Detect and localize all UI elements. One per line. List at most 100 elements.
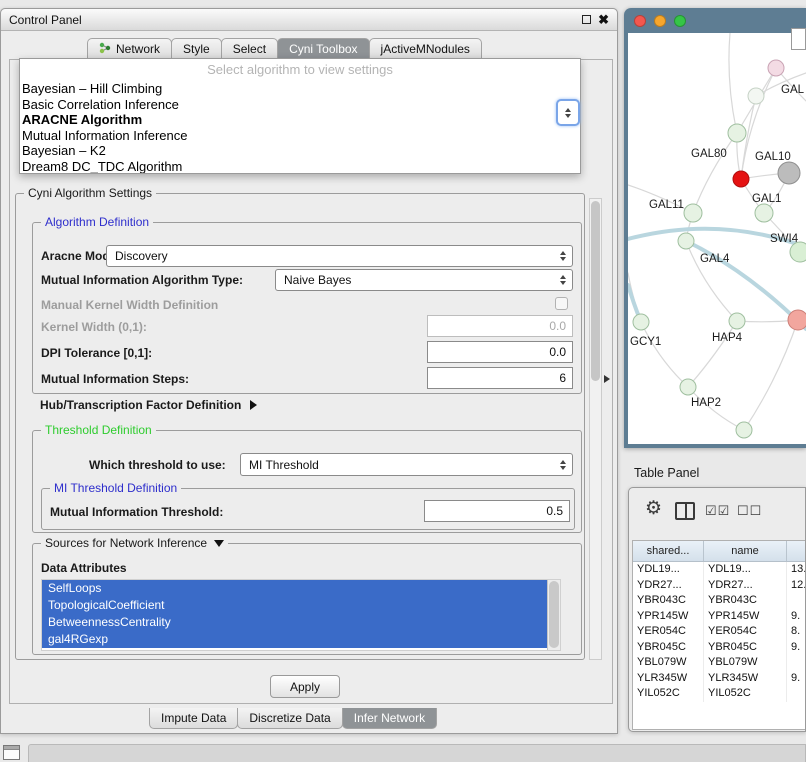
attribute-item[interactable]: gal4RGexp [42,631,547,648]
network-node[interactable] [778,162,800,184]
network-node[interactable] [788,310,806,330]
node-label: GAL1 [752,193,781,205]
minimized-window-icon[interactable] [3,745,20,760]
tab-select[interactable]: Select [221,38,278,59]
tab-cyni-toolbox[interactable]: Cyni Toolbox [277,38,369,59]
table-cell [787,655,806,671]
tab-jactivemnodules[interactable]: jActiveMNodules [369,38,482,59]
columns-icon[interactable] [675,502,695,520]
table-row[interactable]: YER054CYER054C8. [633,624,806,640]
tab-label: Network [116,42,160,56]
network-node[interactable] [728,124,746,142]
deselect-checkboxes-icon[interactable]: ☐☐ [737,503,762,519]
expand-right-icon[interactable] [250,400,257,410]
algorithm-option-aracne-algorithm[interactable]: ARACNE Algorithm [20,112,580,128]
network-edge [688,321,737,387]
table-row[interactable]: YIL052CYIL052C [633,686,806,702]
float-window-icon[interactable] [582,15,591,24]
table-row[interactable]: YBR043CYBR043C [633,593,806,609]
bottom-tab-bar: Impute DataDiscretize DataInfer Network [149,708,436,729]
focused-combo-arrows[interactable] [556,99,580,126]
network-node[interactable] [790,242,806,262]
algorithm-option-dream8-dc-tdc-algorithm[interactable]: Dream8 DC_TDC Algorithm [20,159,580,175]
desktop: Control Panel ✖ Network StyleSelect Cyni T… [0,0,806,762]
aracne-mode-select[interactable]: Discovery [106,245,573,267]
minimize-traffic-icon[interactable] [654,15,666,27]
algorithm-option-bayesian-hill-climbing[interactable]: Bayesian – Hill Climbing [20,81,580,97]
network-edge [693,133,737,213]
kernel-width-label: Kernel Width (0,1): [41,320,147,334]
attribute-item[interactable]: TopologicalCoefficient [42,597,547,614]
sources-title[interactable]: Sources for Network Inference [41,536,228,550]
select-all-checkboxes-icon[interactable]: ☑☑ [705,503,730,519]
network-node[interactable] [684,204,702,222]
network-node[interactable] [748,88,764,104]
network-graph: GALGAL80GAL10GAL11GAL1SWI4GAL4GCY1HAP4HA… [628,33,806,444]
table-row[interactable]: YBR045CYBR045C9. [633,640,806,656]
table-row[interactable]: YBL079WYBL079W [633,655,806,671]
algorithm-option-basic-correlation-inference[interactable]: Basic Correlation Inference [20,97,580,113]
tab-infer-network[interactable]: Infer Network [342,708,437,729]
bottom-panel [28,744,806,762]
network-node[interactable] [755,204,773,222]
collapse-down-icon[interactable] [214,540,224,547]
mi-steps-field[interactable]: 6 [427,367,573,389]
network-canvas[interactable]: GALGAL80GAL10GAL11GAL1SWI4GAL4GCY1HAP4HA… [628,33,806,444]
table-cell: YER054C [704,624,787,640]
table-cell: 9. [787,671,806,687]
column-header[interactable] [787,541,806,561]
close-traffic-icon[interactable] [634,15,646,27]
network-node[interactable] [733,171,749,187]
mi-type-select[interactable]: Naive Bayes [275,269,573,291]
network-node[interactable] [633,314,649,330]
control-panel-titlebar[interactable]: Control Panel ✖ [1,9,617,31]
network-node[interactable] [729,313,745,329]
table-row[interactable]: YDR27...YDR27...12... [633,578,806,594]
column-header[interactable]: shared... [633,541,704,561]
zoom-traffic-icon[interactable] [674,15,686,27]
algorithm-option-bayesian-k2[interactable]: Bayesian – K2 [20,143,580,159]
algorithm-option-mutual-information-inference[interactable]: Mutual Information Inference [20,128,580,144]
network-node[interactable] [768,60,784,76]
network-scrollbar-fragment[interactable] [791,28,806,50]
data-attributes-listbox: SelfLoopsTopologicalCoefficientBetweenne… [41,579,561,651]
network-edge [744,320,798,430]
attribute-item[interactable]: BetweennessCentrality [42,614,547,631]
apply-button[interactable]: Apply [270,675,340,698]
node-label: SWI4 [770,233,799,245]
hub-definition-section[interactable]: Hub/Transcription Factor Definition [40,398,257,412]
table-row[interactable]: YPR145WYPR145W9. [633,609,806,625]
spinner-down-icon [565,114,571,118]
node-label: GAL11 [649,199,684,211]
network-node[interactable] [680,379,696,395]
table-cell: 13... [787,562,806,578]
close-icon[interactable]: ✖ [598,13,609,26]
list-scrollbar[interactable] [547,580,560,650]
tab-discretize-data[interactable]: Discretize Data [237,708,342,729]
dpi-tolerance-field[interactable]: 0.0 [427,341,573,363]
settings-scrollbar[interactable] [589,198,602,660]
tab-label: Cyni Toolbox [289,42,357,56]
mi-threshold-field[interactable]: 0.5 [424,500,570,522]
tab-network[interactable]: Network [87,38,172,59]
gear-icon[interactable]: ⚙ [645,497,662,520]
network-edge [641,322,688,387]
scrollbar-thumb[interactable] [591,201,600,381]
group-title: Threshold Definition [41,423,156,437]
combo-arrows-icon [560,275,566,285]
tab-impute-data[interactable]: Impute Data [149,708,238,729]
aracne-mode-value: Discovery [115,249,168,263]
network-node[interactable] [736,422,752,438]
table-row[interactable]: YLR345WYLR345W9. [633,671,806,687]
tab-style[interactable]: Style [171,38,222,59]
network-node[interactable] [678,233,694,249]
splitter-arrow-icon[interactable] [604,375,610,383]
attribute-item[interactable]: SelfLoops [42,580,547,597]
spinner-up-icon [565,108,571,112]
table-row[interactable]: YDL19...YDL19...13... [633,562,806,578]
which-threshold-select[interactable]: MI Threshold [240,453,573,476]
table-panel-window: ⚙ ☑☑ ☐☐ shared...name YDL19...YDL19...13… [628,487,806,732]
algorithm-dropdown-popup: Select algorithm to view settingsBayesia… [19,58,581,174]
table-cell: 9. [787,609,806,625]
column-header[interactable]: name [704,541,787,561]
